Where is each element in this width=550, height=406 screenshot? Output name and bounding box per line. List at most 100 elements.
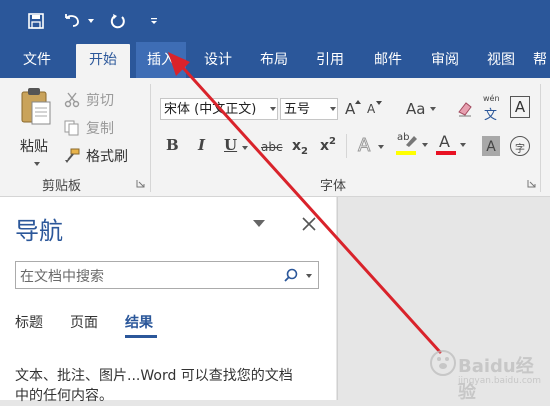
- paste-label: 粘贴: [20, 139, 48, 155]
- font-size-dropdown-icon[interactable]: [330, 107, 336, 111]
- paste-button[interactable]: 粘贴: [14, 84, 58, 170]
- grow-font-caret-icon: [355, 100, 361, 104]
- change-case-dropdown-icon: [430, 107, 436, 111]
- highlight-dropdown-icon: [422, 143, 428, 147]
- font-name-value: 宋体 (中文正文): [164, 102, 257, 117]
- tab-design[interactable]: 设计: [194, 42, 242, 78]
- ribbon-tabs: 文件 开始 插入 设计 布局 引用 邮件 审阅 视图 帮: [0, 42, 550, 78]
- tab-insert[interactable]: 插入: [136, 42, 186, 78]
- italic-button[interactable]: I: [198, 136, 205, 154]
- tab-layout[interactable]: 布局: [250, 42, 298, 78]
- char-border-button[interactable]: A: [510, 96, 530, 118]
- change-case-button[interactable]: Aa: [406, 98, 438, 120]
- clipboard-dialog-launcher-icon[interactable]: [136, 179, 145, 188]
- font-dialog-launcher-icon[interactable]: [527, 179, 536, 188]
- shrink-font-button[interactable]: A: [366, 98, 384, 120]
- phonetic-guide-button[interactable]: wén 文: [482, 94, 504, 123]
- strikethrough-button[interactable]: abc: [261, 140, 283, 154]
- undo-dropdown-icon[interactable]: [86, 9, 96, 33]
- search-icon[interactable]: [284, 268, 298, 282]
- close-icon[interactable]: [302, 217, 316, 231]
- tab-references[interactable]: 引用: [306, 42, 354, 78]
- char-border-icon: A: [514, 98, 526, 116]
- tab-review[interactable]: 审阅: [420, 42, 470, 78]
- font-name-dropdown-icon[interactable]: [270, 107, 276, 111]
- phonetic-guide-char: 文: [484, 108, 498, 123]
- format-painter-button[interactable]: 格式刷: [64, 146, 144, 166]
- underline-dropdown-icon[interactable]: [242, 146, 248, 150]
- clipboard-group-label: 剪贴板: [42, 179, 82, 194]
- enclose-char-button[interactable]: 字: [510, 136, 530, 156]
- group-separator: [540, 84, 541, 192]
- font-color-button[interactable]: A: [436, 132, 466, 158]
- copy-icon: [64, 120, 79, 136]
- copy-label: 复制: [86, 121, 114, 137]
- nav-results-message-line1: 文本、批注、图片...Word 可以查找您的文档: [15, 368, 293, 384]
- text-effects-button[interactable]: A: [356, 134, 386, 158]
- bold-button[interactable]: B: [166, 136, 179, 154]
- font-size-value: 五号: [284, 102, 311, 117]
- font-color-dropdown-icon: [460, 143, 466, 147]
- change-case-label: Aa: [406, 100, 426, 118]
- text-effects-dropdown-icon: [378, 145, 384, 149]
- format-painter-icon: [65, 148, 80, 163]
- subscript-button[interactable]: x2: [292, 138, 308, 157]
- watermark: Baidu经验 jingyan.baidu.com: [424, 348, 548, 403]
- tab-help[interactable]: 帮: [533, 42, 550, 78]
- highlight-button[interactable]: ab: [396, 132, 428, 158]
- cut-button[interactable]: 剪切: [64, 90, 134, 110]
- grow-font-button[interactable]: A: [344, 98, 362, 120]
- font-group-label: 字体: [320, 179, 347, 194]
- watermark-sub: jingyan.baidu.com: [458, 376, 542, 386]
- tab-home[interactable]: 开始: [76, 44, 130, 78]
- char-shading-button[interactable]: A: [482, 136, 500, 156]
- title-bar: [0, 0, 550, 42]
- char-shading-icon: A: [486, 139, 496, 155]
- redo-icon[interactable]: [106, 9, 130, 33]
- tab-mailings[interactable]: 邮件: [364, 42, 412, 78]
- highlighter-icon: [406, 136, 417, 147]
- nav-results-message-line2: 中的任何内容。: [15, 388, 113, 404]
- undo-icon[interactable]: [60, 9, 84, 33]
- phonetic-guide-top: wén: [483, 94, 500, 103]
- superscript-button[interactable]: x2: [320, 136, 336, 154]
- clear-formatting-button[interactable]: [456, 98, 476, 120]
- search-input[interactable]: 在文档中搜索: [15, 261, 319, 289]
- copy-button[interactable]: 复制: [64, 118, 134, 138]
- underline-button[interactable]: U: [224, 136, 237, 154]
- save-icon[interactable]: [24, 9, 48, 33]
- group-separator: [150, 84, 151, 192]
- ribbon: 粘贴 剪切 复制 格式刷 剪贴板 宋体 (中文正文) 五号 A A Aa wén…: [0, 78, 550, 197]
- nav-tab-results[interactable]: 结果: [125, 312, 153, 332]
- superscript-base: x: [320, 138, 330, 154]
- subscript-index: 2: [301, 146, 308, 157]
- tab-file[interactable]: 文件: [10, 42, 64, 78]
- nav-tab-pages[interactable]: 页面: [70, 312, 98, 332]
- search-options-dropdown-icon[interactable]: [306, 274, 312, 278]
- navigation-title: 导航: [15, 217, 63, 245]
- shrink-font-icon: A: [367, 102, 376, 116]
- highlight-color-bar: [396, 151, 416, 155]
- cut-label: 剪切: [86, 93, 114, 109]
- font-color-bar: [436, 151, 456, 155]
- row-separator: [346, 134, 347, 158]
- tab-view[interactable]: 视图: [477, 42, 525, 78]
- nav-tab-headings[interactable]: 标题: [15, 312, 43, 332]
- subscript-base: x: [292, 138, 302, 154]
- nav-tab-active-indicator: [125, 335, 157, 338]
- nav-results-message: 文本、批注、图片...Word 可以查找您的文档 中的任何内容。: [15, 366, 325, 406]
- baidu-paw-icon: [430, 350, 456, 376]
- text-effects-icon: A: [357, 135, 371, 157]
- paste-icon: [21, 88, 51, 125]
- search-placeholder: 在文档中搜索: [20, 269, 104, 285]
- customize-qat-icon[interactable]: [147, 9, 161, 33]
- pane-options-icon[interactable]: [253, 220, 265, 228]
- paste-dropdown-icon: [34, 162, 40, 166]
- grow-font-icon: A: [345, 100, 356, 118]
- font-name-combo[interactable]: 宋体 (中文正文): [160, 98, 278, 120]
- font-color-icon: A: [439, 132, 450, 151]
- shrink-font-caret-icon: [376, 101, 382, 105]
- clear-formatting-icon: [458, 102, 472, 117]
- format-painter-label: 格式刷: [86, 149, 128, 165]
- enclose-char-icon: 字: [515, 144, 525, 155]
